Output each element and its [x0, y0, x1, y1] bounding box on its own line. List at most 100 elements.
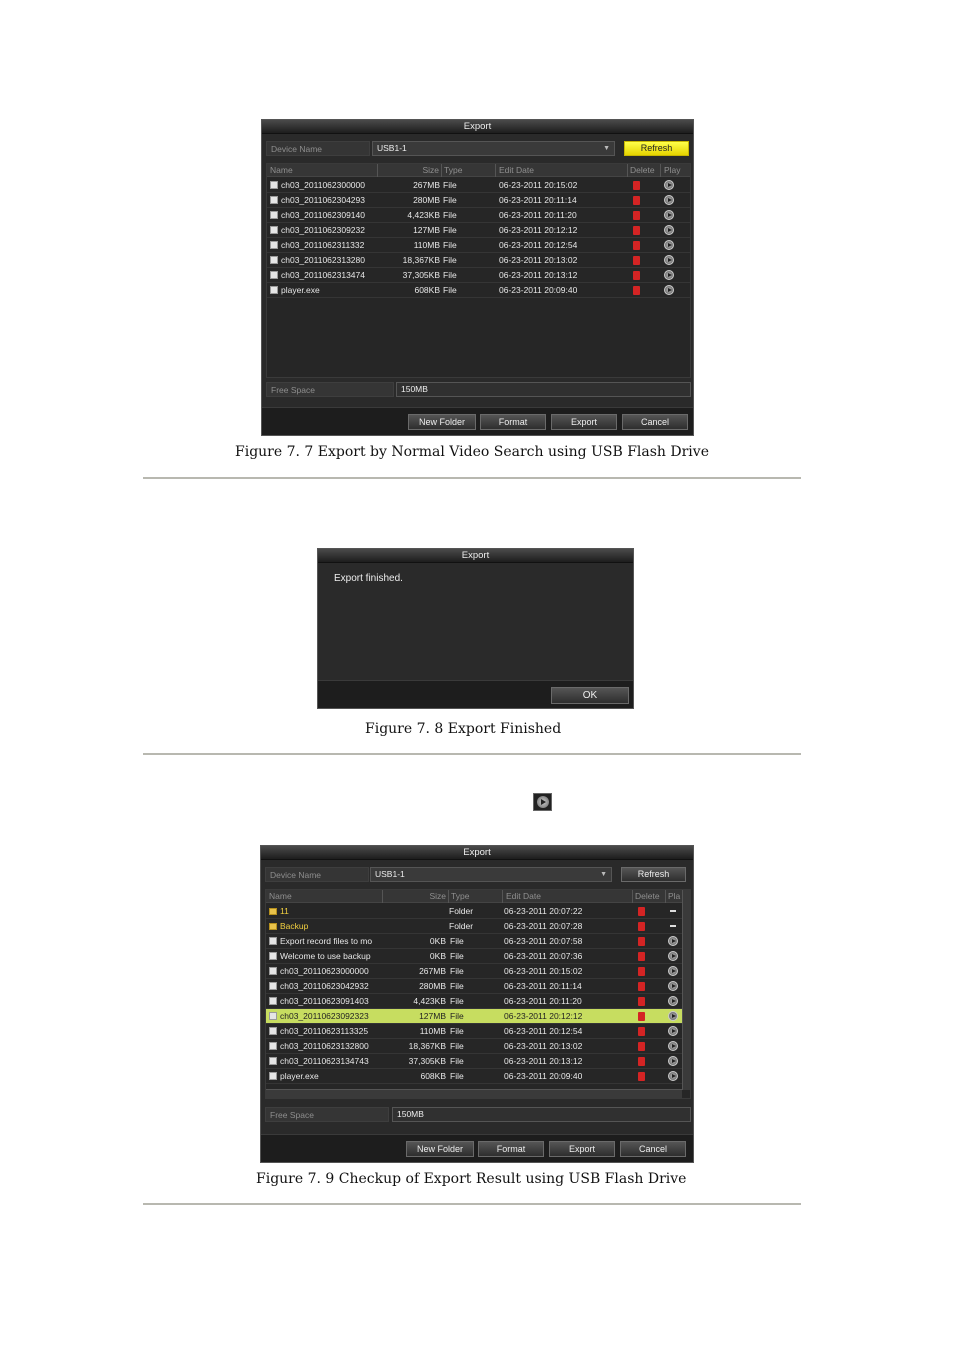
- file-icon: [269, 1027, 277, 1035]
- delete-icon[interactable]: [638, 952, 645, 961]
- file-type: File: [450, 936, 464, 946]
- file-icon: [270, 286, 278, 294]
- device-name-label: Device Name: [265, 867, 369, 882]
- delete-icon[interactable]: [633, 256, 640, 265]
- play-icon[interactable]: [668, 966, 678, 976]
- file-size: 18,367KB: [402, 255, 440, 265]
- folder-icon: [269, 923, 277, 930]
- refresh-button[interactable]: Refresh: [624, 141, 689, 156]
- format-button[interactable]: Format: [478, 1141, 544, 1157]
- file-row[interactable]: ch03_2011062309140 4,423KB File 06-23-2011 …: [267, 208, 690, 223]
- file-row[interactable]: Welcome to use backup 0KB File 06-23-2011 2…: [266, 949, 682, 964]
- file-row[interactable]: ch03_2011062313474 37,305KB File 06-23-2011…: [267, 268, 690, 283]
- play-icon[interactable]: [664, 225, 674, 235]
- file-row[interactable]: ch03_2011062300000 267MB File 06-23-2011 20…: [267, 178, 690, 193]
- file-date: 06-23-2011 20:13:02: [499, 255, 578, 265]
- file-icon: [269, 937, 277, 945]
- col-name-header: Name: [269, 891, 292, 901]
- delete-icon[interactable]: [638, 1027, 645, 1036]
- device-name-select[interactable]: USB1-1 ▼: [370, 867, 612, 882]
- file-row[interactable]: ch03_2011062304293 280MB File 06-23-2011 20…: [267, 193, 690, 208]
- delete-icon[interactable]: [638, 1057, 645, 1066]
- delete-icon[interactable]: [633, 271, 640, 280]
- delete-icon[interactable]: [638, 967, 645, 976]
- play-icon[interactable]: [668, 1071, 678, 1081]
- file-row[interactable]: Export record files to mo 0KB File 06-23-20…: [266, 934, 682, 949]
- file-name: ch03_20110623042932: [280, 981, 369, 991]
- file-type: File: [450, 1056, 464, 1066]
- file-row[interactable]: ch03_2011062313280 18,367KB File 06-23-2011…: [267, 253, 690, 268]
- play-icon[interactable]: [668, 1056, 678, 1066]
- file-list: Name Size Type Edit Date Delete Pla 11 Fo…: [265, 889, 691, 1099]
- play-icon[interactable]: [664, 270, 674, 280]
- file-row[interactable]: player.exe 608KB File 06-23-2011 20:09:40: [267, 283, 690, 298]
- file-row[interactable]: ch03_20110623113325 110MB File 06-23-2011 2…: [266, 1024, 682, 1039]
- file-name: ch03_20110623132800: [280, 1041, 369, 1051]
- delete-icon[interactable]: [633, 286, 640, 295]
- play-icon[interactable]: [664, 240, 674, 250]
- free-space-label: Free Space: [265, 1107, 389, 1122]
- device-name-select[interactable]: USB1-1 ▼: [372, 141, 615, 156]
- ok-button[interactable]: OK: [551, 687, 629, 704]
- file-row[interactable]: ch03_20110623042932 280MB File 06-23-2011 2…: [266, 979, 682, 994]
- play-icon[interactable]: [668, 981, 678, 991]
- file-icon: [270, 211, 278, 219]
- file-type: File: [443, 255, 457, 265]
- file-row[interactable]: ch03_2011062309232 127MB File 06-23-2011 20…: [267, 223, 690, 238]
- export-button[interactable]: Export: [551, 414, 617, 430]
- dash-icon: [670, 925, 676, 927]
- file-row[interactable]: ch03_2011062311332 110MB File 06-23-2011 20…: [267, 238, 690, 253]
- play-icon[interactable]: [668, 936, 678, 946]
- delete-icon[interactable]: [638, 922, 645, 931]
- play-icon[interactable]: [664, 180, 674, 190]
- file-row[interactable]: ch03_20110623091403 4,423KB File 06-23-2011…: [266, 994, 682, 1009]
- delete-icon[interactable]: [638, 907, 645, 916]
- file-row[interactable]: 11 Folder 06-23-2011 20:07:22: [266, 904, 682, 919]
- new-folder-button[interactable]: New Folder: [408, 414, 476, 430]
- delete-icon[interactable]: [633, 196, 640, 205]
- file-icon: [269, 982, 277, 990]
- delete-icon[interactable]: [638, 1012, 645, 1021]
- delete-icon[interactable]: [633, 241, 640, 250]
- play-icon[interactable]: [664, 285, 674, 295]
- delete-icon[interactable]: [633, 226, 640, 235]
- file-date: 06-23-2011 20:12:54: [504, 1026, 583, 1036]
- file-name: player.exe: [280, 1071, 319, 1081]
- delete-icon[interactable]: [638, 1042, 645, 1051]
- file-row[interactable]: ch03_20110623132800 18,367KB File 06-23-201…: [266, 1039, 682, 1054]
- file-row[interactable]: player.exe 608KB File 06-23-2011 20:09:40: [266, 1069, 682, 1084]
- vertical-scrollbar[interactable]: [682, 890, 690, 1090]
- play-icon[interactable]: [668, 1041, 678, 1051]
- export-finished-message: Export finished.: [334, 573, 403, 584]
- delete-icon[interactable]: [638, 982, 645, 991]
- file-row[interactable]: ch03_20110623134743 37,305KB File 06-23-201…: [266, 1054, 682, 1069]
- cancel-button[interactable]: Cancel: [622, 414, 688, 430]
- play-icon[interactable]: [668, 951, 678, 961]
- file-row[interactable]: Backup Folder 06-23-2011 20:07:28: [266, 919, 682, 934]
- new-folder-button[interactable]: New Folder: [406, 1141, 474, 1157]
- file-icon: [270, 181, 278, 189]
- file-size: 18,367KB: [408, 1041, 446, 1051]
- file-row[interactable]: ch03_20110623000000 267MB File 06-23-2011 2…: [266, 964, 682, 979]
- file-date: 06-23-2011 20:12:54: [499, 240, 578, 250]
- play-icon[interactable]: [668, 1026, 678, 1036]
- play-icon[interactable]: [668, 996, 678, 1006]
- delete-icon[interactable]: [638, 997, 645, 1006]
- format-button[interactable]: Format: [480, 414, 546, 430]
- delete-icon[interactable]: [638, 937, 645, 946]
- play-icon[interactable]: [668, 1011, 678, 1021]
- export-result-dialog: Export Device Name USB1-1 ▼ Refresh Name…: [260, 845, 694, 1163]
- play-icon[interactable]: [664, 255, 674, 265]
- play-icon[interactable]: [664, 195, 674, 205]
- file-name: ch03_2011062309232: [281, 225, 365, 235]
- export-button[interactable]: Export: [549, 1141, 615, 1157]
- delete-icon[interactable]: [638, 1072, 645, 1081]
- refresh-button[interactable]: Refresh: [621, 867, 686, 882]
- horizontal-scrollbar[interactable]: [266, 1089, 682, 1098]
- file-date: 06-23-2011 20:07:36: [504, 951, 583, 961]
- delete-icon[interactable]: [633, 181, 640, 190]
- file-row[interactable]: ch03_20110623092323 127MB File 06-23-2011 2…: [266, 1009, 682, 1024]
- play-icon[interactable]: [664, 210, 674, 220]
- delete-icon[interactable]: [633, 211, 640, 220]
- cancel-button[interactable]: Cancel: [620, 1141, 686, 1157]
